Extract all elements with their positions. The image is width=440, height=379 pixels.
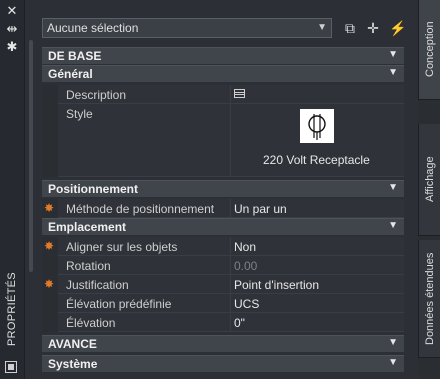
property-row-elevation[interactable]: Élévation 0" <box>42 313 404 332</box>
section-title: Emplacement <box>48 220 127 234</box>
section-general[interactable]: Général ▼ <box>42 65 404 82</box>
collapse-icon[interactable]: ▼ <box>388 337 398 348</box>
modified-star-icon: ✸ <box>44 239 55 253</box>
section-positionnement[interactable]: Positionnement ▼ <box>42 180 404 197</box>
column-divider <box>230 85 231 104</box>
scrollbar[interactable] <box>29 40 33 272</box>
row-gutter <box>42 294 58 313</box>
property-row-style[interactable]: Style 220 Volt Receptacle <box>42 104 404 177</box>
property-value[interactable]: Point d'insertion <box>234 278 319 292</box>
property-label: Style <box>66 107 93 121</box>
property-label: Aligner sur les objets <box>66 240 178 254</box>
column-divider <box>230 313 231 332</box>
pick-object-icon[interactable]: ✛ <box>364 19 382 37</box>
tab-label: Données étendues <box>424 252 436 345</box>
palette-icon <box>5 361 17 373</box>
section-avance[interactable]: AVANCE ▼ <box>42 335 404 352</box>
section-emplacement[interactable]: Emplacement ▼ <box>42 218 404 235</box>
tab-conception[interactable]: Conception <box>418 0 440 100</box>
collapse-icon[interactable]: ▼ <box>388 357 398 368</box>
autohide-icon[interactable]: ⇹ <box>4 22 20 36</box>
receptacle-symbol-icon <box>308 114 326 140</box>
tab-affichage[interactable]: Affichage <box>418 124 440 236</box>
collapse-icon[interactable]: ▼ <box>388 67 398 78</box>
property-label: Élévation prédéfinie <box>66 297 172 311</box>
palette-title: PROPRIÉTÉS <box>6 272 18 346</box>
property-label: Élévation <box>66 316 116 330</box>
section-title: Système <box>48 357 98 371</box>
property-label: Description <box>66 88 127 102</box>
property-value: 0.00 <box>234 259 258 273</box>
column-divider <box>230 256 231 275</box>
section-title: Général <box>48 67 93 81</box>
column-divider <box>230 237 231 256</box>
row-gutter <box>42 256 58 275</box>
column-divider <box>230 294 231 313</box>
collapse-icon[interactable]: ▼ <box>388 182 398 193</box>
style-caption: 220 Volt Receptacle <box>263 153 370 167</box>
chevron-down-icon: ▼ <box>317 22 327 33</box>
section-systeme[interactable]: Système ▼ <box>42 355 404 372</box>
property-value[interactable]: Non <box>234 240 256 254</box>
property-value[interactable]: UCS <box>234 297 259 311</box>
add-selection-icon[interactable]: ⧉ <box>341 19 359 37</box>
property-row-description[interactable]: Description <box>42 85 404 104</box>
row-gutter <box>42 104 58 177</box>
row-gutter <box>42 313 58 332</box>
section-title: DE BASE <box>48 49 102 63</box>
property-row-justification[interactable]: ✸ Justification Point d'insertion <box>42 275 404 294</box>
property-label: Méthode de positionnement <box>66 202 215 216</box>
selection-dropdown[interactable]: Aucune sélection ▼ <box>42 18 332 38</box>
column-divider <box>230 199 231 218</box>
tab-donnees-etendues[interactable]: Données étendues <box>418 240 440 358</box>
edit-description-icon[interactable] <box>234 89 245 98</box>
column-divider <box>230 104 231 177</box>
modified-star-icon: ✸ <box>44 277 55 291</box>
property-row-aligner[interactable]: ✸ Aligner sur les objets Non <box>42 237 404 256</box>
section-de-base[interactable]: DE BASE ▼ <box>42 47 404 64</box>
quick-select-icon[interactable]: ⚡ <box>389 19 407 37</box>
section-title: AVANCE <box>48 337 97 351</box>
property-label: Rotation <box>66 259 111 273</box>
palette-tabs: Conception Affichage Données étendues <box>418 0 440 379</box>
property-grid: DE BASE ▼ Général ▼ Description Style 22… <box>42 47 404 373</box>
property-value[interactable]: 0" <box>234 316 245 330</box>
property-label: Justification <box>66 278 129 292</box>
palette-title-strip: ✕ ⇹ ✱ PROPRIÉTÉS <box>0 0 25 379</box>
column-divider <box>230 275 231 294</box>
section-title: Positionnement <box>48 182 139 196</box>
property-row-elevation-predefinie[interactable]: Élévation prédéfinie UCS <box>42 294 404 313</box>
style-preview-image[interactable] <box>300 109 334 143</box>
property-row-rotation[interactable]: Rotation 0.00 <box>42 256 404 275</box>
close-icon[interactable]: ✕ <box>4 4 20 18</box>
property-row-methode[interactable]: ✸ Méthode de positionnement Un par un <box>42 199 404 218</box>
modified-star-icon: ✸ <box>44 201 55 215</box>
collapse-icon[interactable]: ▼ <box>388 49 398 60</box>
collapse-icon[interactable]: ▼ <box>388 220 398 231</box>
selection-value: Aucune sélection <box>47 21 139 35</box>
row-gutter <box>42 85 58 104</box>
tab-label: Affichage <box>424 156 436 203</box>
settings-icon[interactable]: ✱ <box>4 40 20 54</box>
property-value[interactable]: Un par un <box>234 202 287 216</box>
tab-label: Conception <box>424 21 436 78</box>
